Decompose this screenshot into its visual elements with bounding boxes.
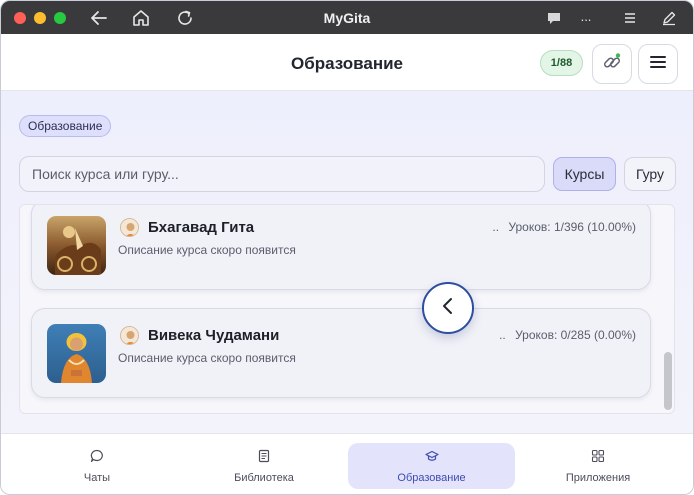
nav-label: Библиотека xyxy=(234,471,294,484)
back-arrow-icon[interactable] xyxy=(88,7,110,29)
scrollbar-thumb[interactable] xyxy=(664,352,672,410)
course-ellipsis: .. xyxy=(499,328,506,342)
search-input[interactable] xyxy=(19,156,545,192)
book-icon xyxy=(257,449,271,468)
title-bar: MyGita ... xyxy=(1,1,693,34)
course-title: Вивека Чудамани xyxy=(148,327,280,344)
page-header: Образование 1/88 xyxy=(1,34,693,91)
back-floating-button[interactable] xyxy=(422,282,474,334)
bottom-navigation: Чаты Библиотека Образование Приложения xyxy=(1,433,693,494)
course-lesson-stats: .. Уроков: 1/396 (10.00%) xyxy=(492,220,636,234)
hamburger-icon xyxy=(649,54,667,75)
chat-icon xyxy=(90,449,104,468)
more-icon[interactable]: ... xyxy=(575,5,597,27)
guru-avatar xyxy=(120,218,139,237)
course-cover-image xyxy=(47,216,106,275)
pen-icon[interactable] xyxy=(658,7,680,29)
course-card-viveka-chudamani[interactable]: Вивека Чудамани Описание курса скоро поя… xyxy=(31,308,651,398)
course-card-bhagavad-gita[interactable]: Бхагавад Гита Описание курса скоро появи… xyxy=(31,205,651,290)
main-content: Образование Курсы Гуру xyxy=(1,91,693,433)
category-chip[interactable]: Образование xyxy=(19,115,112,137)
course-description: Описание курса скоро появится xyxy=(118,243,296,257)
course-list: Бхагавад Гита Описание курса скоро появи… xyxy=(19,204,675,414)
course-title: Бхагавад Гита xyxy=(148,219,255,236)
nav-label: Образование xyxy=(397,471,466,484)
course-description: Описание курса скоро появится xyxy=(118,351,296,365)
graduation-cap-icon xyxy=(424,449,439,468)
course-stats-text: Уроков: 1/396 (10.00%) xyxy=(508,220,636,234)
share-link-button[interactable] xyxy=(592,44,632,84)
apps-grid-icon xyxy=(591,449,605,468)
nav-item-chats[interactable]: Чаты xyxy=(15,443,179,489)
link-icon xyxy=(601,51,623,78)
home-icon[interactable] xyxy=(130,7,152,29)
nav-item-apps[interactable]: Приложения xyxy=(516,443,680,489)
nav-item-education[interactable]: Образование xyxy=(348,443,515,489)
menu-button[interactable] xyxy=(638,44,678,84)
nav-label: Чаты xyxy=(83,471,111,484)
app-window: MyGita ... Образование 1/88 Образование … xyxy=(0,0,694,495)
nav-item-library[interactable]: Библиотека xyxy=(182,443,346,489)
progress-badge[interactable]: 1/88 xyxy=(540,50,583,76)
page-title: Образование xyxy=(290,54,404,73)
close-window-button[interactable] xyxy=(14,11,26,24)
minimize-window-button[interactable] xyxy=(34,11,46,24)
chevron-left-icon xyxy=(440,297,456,320)
window-controls xyxy=(14,11,66,24)
nav-label: Приложения xyxy=(565,471,631,484)
segment-courses-button[interactable]: Курсы xyxy=(553,157,616,191)
course-lesson-stats: .. Уроков: 0/285 (0.00%) xyxy=(499,328,636,342)
course-cover-image xyxy=(47,324,106,383)
maximize-window-button[interactable] xyxy=(54,11,66,24)
segment-gurus-button[interactable]: Гуру xyxy=(624,157,676,191)
guru-avatar xyxy=(120,326,139,345)
course-ellipsis: .. xyxy=(492,220,500,234)
list-icon[interactable] xyxy=(619,7,641,29)
course-stats-text: Уроков: 0/285 (0.00%) xyxy=(515,328,636,342)
chat-bubble-icon[interactable] xyxy=(543,7,565,29)
reload-icon[interactable] xyxy=(174,7,196,29)
course-list-scrollbar[interactable] xyxy=(661,204,673,414)
